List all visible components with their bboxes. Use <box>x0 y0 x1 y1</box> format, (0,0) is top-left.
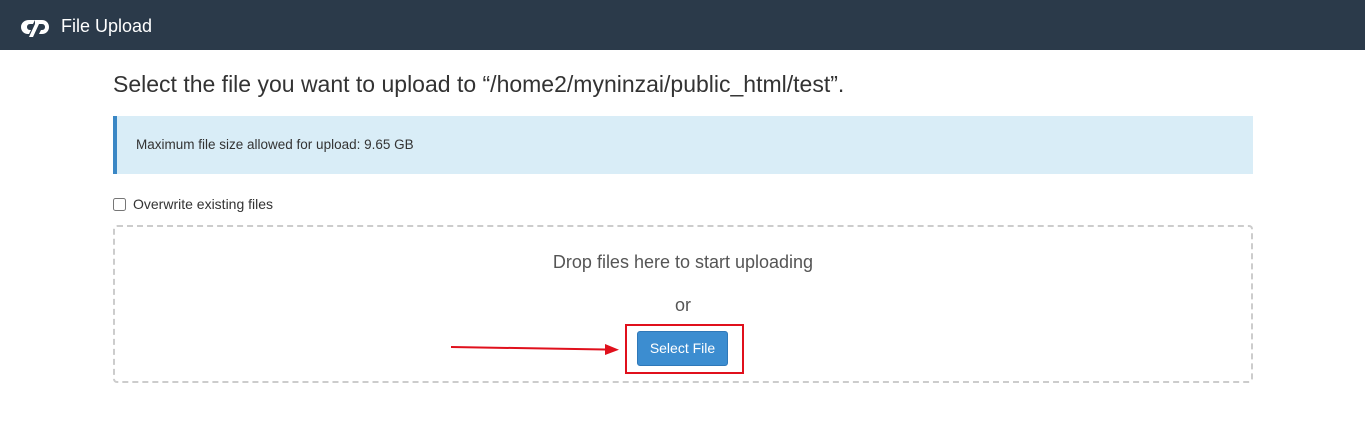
overwrite-option[interactable]: Overwrite existing files <box>113 194 273 214</box>
max-file-size-text: Maximum file size allowed for upload: 9.… <box>136 137 414 152</box>
or-separator: or <box>674 295 691 315</box>
drop-prompt: Drop files here to start uploading <box>552 252 814 272</box>
max-file-size-alert: Maximum file size allowed for upload: 9.… <box>113 116 1253 174</box>
select-file-button[interactable]: Select File <box>637 331 728 366</box>
arrow-right-icon <box>450 344 619 355</box>
page-heading: Select the file you want to upload to “/… <box>113 71 845 97</box>
cpanel-logo-icon <box>21 20 49 37</box>
app-title: File Upload <box>61 16 153 36</box>
overwrite-label[interactable]: Overwrite existing files <box>133 195 273 213</box>
overwrite-checkbox[interactable] <box>113 197 126 211</box>
top-bar: File Upload <box>0 0 1365 50</box>
